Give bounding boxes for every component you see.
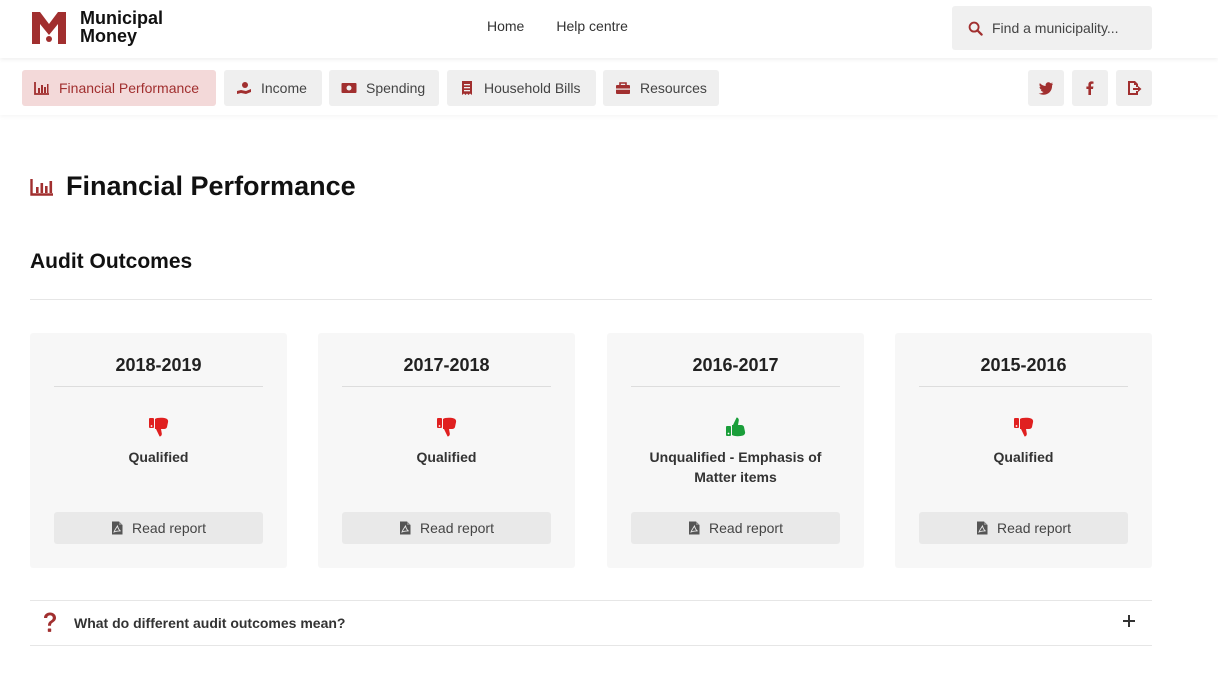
logo-text: Municipal Money (80, 9, 163, 45)
tab-resources[interactable]: Resources (603, 70, 719, 106)
share-link-button[interactable] (1116, 70, 1152, 106)
audit-outcome: Qualified (416, 449, 477, 465)
read-report-button[interactable]: Read report (342, 512, 551, 544)
tab-label: Income (261, 80, 307, 96)
audit-year: 2016-2017 (631, 355, 840, 387)
search-icon (968, 21, 983, 36)
section-heading: Audit Outcomes (30, 250, 193, 273)
read-report-label: Read report (420, 520, 494, 536)
pdf-file-icon (112, 521, 123, 535)
tab-spending[interactable]: Spending (329, 70, 439, 106)
twitter-share-button[interactable] (1028, 70, 1064, 106)
audit-card: 2017-2018 Qualified Read report (318, 333, 575, 568)
read-report-label: Read report (709, 520, 783, 536)
tab-label: Household Bills (484, 80, 581, 96)
question-mark-icon (44, 612, 56, 632)
tab-label: Resources (640, 80, 707, 96)
thumbs-down-icon (148, 417, 168, 437)
audit-card: 2016-2017 Unqualified - Emphasis of Matt… (607, 333, 864, 568)
thumbs-up-icon (725, 417, 745, 437)
chart-bar-icon (34, 82, 49, 95)
read-report-label: Read report (132, 520, 206, 536)
read-report-button[interactable]: Read report (54, 512, 263, 544)
audit-year: 2017-2018 (342, 355, 551, 387)
audit-year: 2018-2019 (54, 355, 263, 387)
thumb-wrap (607, 416, 864, 438)
pdf-file-icon (400, 521, 411, 535)
municipality-search[interactable]: Find a municipality... (952, 6, 1152, 50)
logo-line-2: Money (80, 26, 138, 46)
thumb-wrap (318, 416, 575, 438)
logo-line-1: Municipal (80, 8, 164, 28)
tab-label: Financial Performance (59, 80, 200, 96)
receipt-icon (462, 81, 472, 95)
facebook-icon (1086, 81, 1094, 95)
audit-card: 2015-2016 Qualified Read report (895, 333, 1152, 568)
page-title: Financial Performance (30, 171, 356, 202)
tab-label: Spending (366, 80, 426, 96)
thumbs-down-icon (436, 417, 456, 437)
audit-year: 2015-2016 (919, 355, 1128, 387)
tab-household-bills[interactable]: Household Bills (447, 70, 596, 106)
nav-help-centre-link[interactable]: Help centre (556, 18, 628, 34)
audit-outcome: Qualified (128, 449, 189, 465)
faq-question: What do different audit outcomes mean? (74, 615, 346, 631)
facebook-share-button[interactable] (1072, 70, 1108, 106)
pdf-file-icon (689, 521, 700, 535)
read-report-button[interactable]: Read report (919, 512, 1128, 544)
section-divider (30, 299, 1152, 300)
section-nav: Financial Performance Income Spending Ho… (0, 58, 1218, 115)
top-nav: Home Help centre (487, 18, 628, 34)
read-report-button[interactable]: Read report (631, 512, 840, 544)
toolbox-icon (616, 82, 630, 94)
thumbs-down-icon (1013, 417, 1033, 437)
search-placeholder: Find a municipality... (992, 20, 1119, 36)
pdf-file-icon (977, 521, 988, 535)
share-icon (1128, 81, 1142, 95)
thumb-wrap (895, 416, 1152, 438)
tab-income[interactable]: Income (224, 70, 322, 106)
twitter-icon (1038, 82, 1053, 95)
nav-home-link[interactable]: Home (487, 18, 524, 34)
money-bill-icon (341, 83, 357, 93)
tab-financial-performance[interactable]: Financial Performance (22, 70, 216, 106)
chart-bar-icon (30, 178, 53, 196)
hand-coin-icon (237, 82, 251, 94)
page-heading: Financial Performance (66, 171, 356, 201)
thumb-wrap (30, 416, 287, 438)
municipal-money-logo-icon (32, 12, 66, 44)
audit-outcomes-faq-toggle[interactable]: What do different audit outcomes mean? (30, 600, 1152, 646)
top-header: Municipal Money Home Help centre Find a … (0, 0, 1218, 58)
read-report-label: Read report (997, 520, 1071, 536)
logo[interactable]: Municipal Money (30, 8, 163, 46)
audit-outcome: Qualified (993, 449, 1054, 465)
audit-card: 2018-2019 Qualified Read report (30, 333, 287, 568)
plus-icon (1123, 615, 1135, 627)
audit-outcome: Unqualified - Emphasis of Matter items (649, 449, 822, 485)
